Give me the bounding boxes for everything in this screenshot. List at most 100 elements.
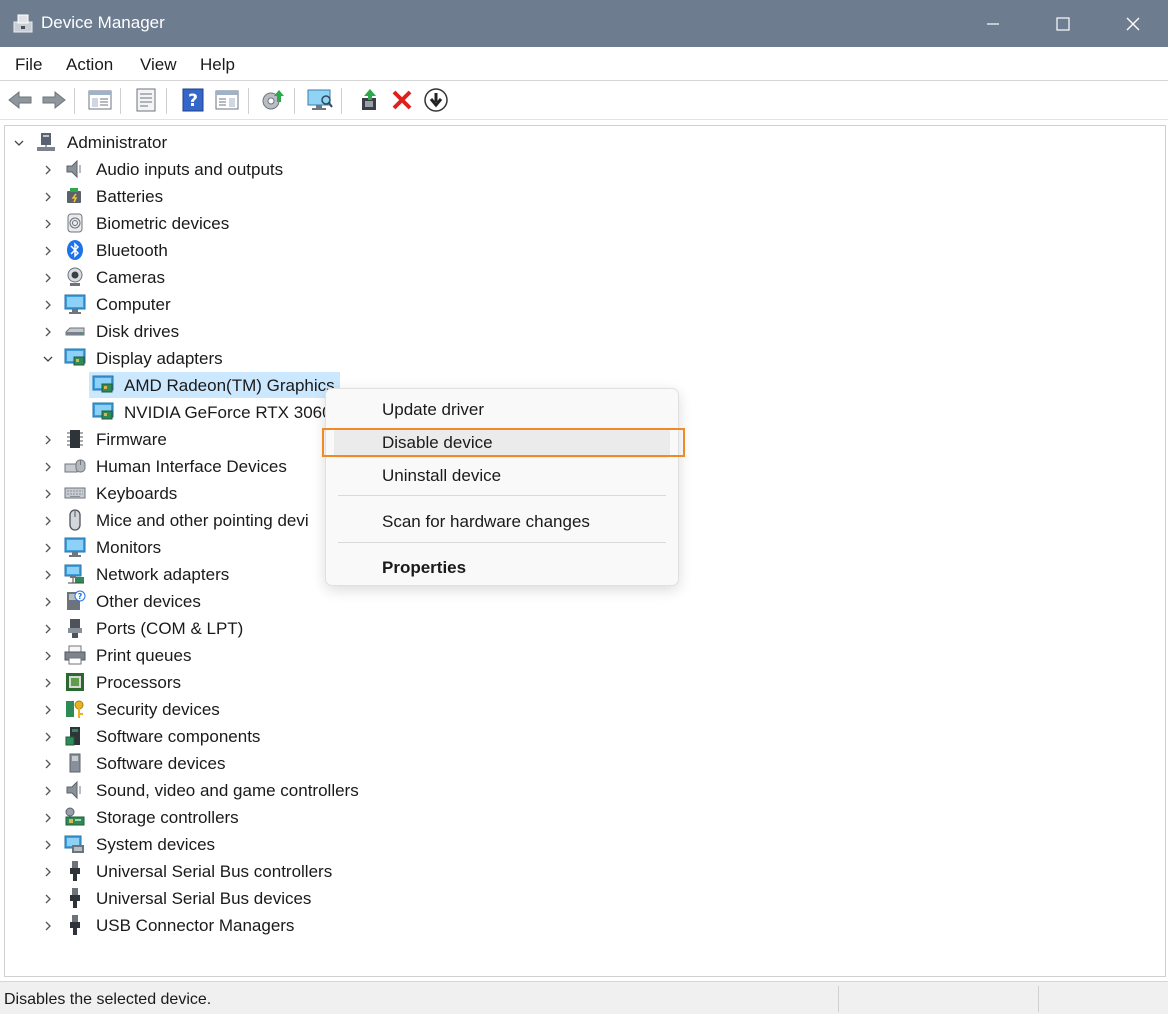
tree-category-label: Disk drives xyxy=(96,322,180,341)
uninstall-device-button[interactable] xyxy=(388,86,416,114)
tree-category-audio-inputs-and-outputs[interactable]: Audio inputs and outputs xyxy=(0,156,400,183)
chevron-right-icon[interactable] xyxy=(42,218,54,230)
tree-category-storage-controllers[interactable]: Storage controllers xyxy=(0,804,400,831)
chevron-right-icon[interactable] xyxy=(42,515,54,527)
tree-category-ports-com-lpt[interactable]: Ports (COM & LPT) xyxy=(0,615,400,642)
chevron-right-icon[interactable] xyxy=(42,245,54,257)
chevron-right-icon[interactable] xyxy=(42,542,54,554)
tree-category-display-adapters[interactable]: Display adapters xyxy=(0,345,400,372)
maximize-button[interactable] xyxy=(1028,0,1098,47)
tree-category-software-components[interactable]: Software components xyxy=(0,723,400,750)
usb-icon xyxy=(64,887,86,909)
context-item-properties[interactable]: Properties xyxy=(334,553,670,583)
tree-category-biometric-devices[interactable]: Biometric devices xyxy=(0,210,400,237)
scan-hardware-button[interactable] xyxy=(306,86,334,114)
disable-device-icon xyxy=(424,88,448,112)
chevron-right-icon[interactable] xyxy=(42,272,54,284)
tree-category-label: Mice and other pointing devi xyxy=(96,511,309,530)
tree-category-label: Network adapters xyxy=(96,565,230,584)
menu-action[interactable]: Action xyxy=(66,55,113,75)
chevron-right-icon[interactable] xyxy=(42,164,54,176)
chevron-right-icon[interactable] xyxy=(42,191,54,203)
battery-icon xyxy=(64,185,86,207)
tree-category-software-devices[interactable]: Software devices xyxy=(0,750,400,777)
security-key-icon xyxy=(64,698,86,720)
chevron-right-icon[interactable] xyxy=(42,866,54,878)
tree-category-label: Human Interface Devices xyxy=(96,457,287,476)
tree-category-sound-video-and-game-controllers[interactable]: Sound, video and game controllers xyxy=(0,777,400,804)
tree-root-administrator[interactable]: Administrator xyxy=(0,129,400,156)
fingerprint-icon xyxy=(64,212,86,234)
camera-icon xyxy=(64,266,86,288)
chevron-right-icon[interactable] xyxy=(42,326,54,338)
back-button[interactable] xyxy=(6,86,34,114)
printer-icon xyxy=(64,644,86,666)
chevron-right-icon[interactable] xyxy=(42,569,54,581)
tree-category-disk-drives[interactable]: Disk drives xyxy=(0,318,400,345)
minimize-button[interactable] xyxy=(958,0,1028,47)
chevron-right-icon[interactable] xyxy=(42,677,54,689)
chevron-right-icon[interactable] xyxy=(42,812,54,824)
tree-category-usb-connector-managers[interactable]: USB Connector Managers xyxy=(0,912,400,939)
disable-device-button[interactable] xyxy=(422,86,450,114)
tree-category-label: Universal Serial Bus devices xyxy=(96,889,312,908)
tree-category-security-devices[interactable]: Security devices xyxy=(0,696,400,723)
chevron-right-icon[interactable] xyxy=(42,623,54,635)
uninstall-device-icon xyxy=(392,90,412,110)
scan-hardware-icon xyxy=(307,89,333,110)
tree-category-bluetooth[interactable]: Bluetooth xyxy=(0,237,400,264)
tree-category-label: Software components xyxy=(96,727,261,746)
tree-category-label: Biometric devices xyxy=(96,214,230,233)
action-pane-icon xyxy=(215,90,239,110)
tree-category-batteries[interactable]: Batteries xyxy=(0,183,400,210)
chevron-right-icon[interactable] xyxy=(42,893,54,905)
chevron-down-icon[interactable] xyxy=(13,137,25,149)
chevron-right-icon[interactable] xyxy=(42,704,54,716)
chevron-right-icon[interactable] xyxy=(42,461,54,473)
chevron-right-icon[interactable] xyxy=(42,488,54,500)
update-driver-button[interactable] xyxy=(259,86,287,114)
tree-category-system-devices[interactable]: System devices xyxy=(0,831,400,858)
chevron-right-icon[interactable] xyxy=(42,758,54,770)
tree-category-label: Print queues xyxy=(96,646,192,665)
chevron-right-icon[interactable] xyxy=(42,650,54,662)
show-hide-console-tree-button[interactable] xyxy=(86,86,114,114)
svg-text:?: ? xyxy=(78,592,83,601)
chevron-right-icon[interactable] xyxy=(42,839,54,851)
tree-category-label: Audio inputs and outputs xyxy=(96,160,284,179)
tree-category-universal-serial-bus-devices[interactable]: Universal Serial Bus devices xyxy=(0,885,400,912)
chevron-down-icon[interactable] xyxy=(42,353,54,365)
context-separator xyxy=(338,542,666,543)
chevron-right-icon[interactable] xyxy=(42,434,54,446)
tree-category-universal-serial-bus-controllers[interactable]: Universal Serial Bus controllers xyxy=(0,858,400,885)
tree-category-label: Display adapters xyxy=(96,349,223,368)
close-button[interactable] xyxy=(1098,0,1168,47)
enable-device-button[interactable] xyxy=(356,86,384,114)
menu-help[interactable]: Help xyxy=(200,55,235,75)
chevron-right-icon[interactable] xyxy=(42,785,54,797)
properties-icon xyxy=(136,88,156,112)
software-component-icon xyxy=(64,725,86,747)
tree-category-label: Firmware xyxy=(96,430,167,449)
tree-category-label: Security devices xyxy=(96,700,220,719)
tree-category-computer[interactable]: Computer xyxy=(0,291,400,318)
context-item-uninstall-device[interactable]: Uninstall device xyxy=(334,461,670,491)
chevron-right-icon[interactable] xyxy=(42,920,54,932)
context-item-scan-hardware[interactable]: Scan for hardware changes xyxy=(334,507,670,537)
help-button[interactable]: ? xyxy=(179,86,207,114)
network-adapter-icon xyxy=(64,563,86,585)
tree-category-processors[interactable]: Processors xyxy=(0,669,400,696)
action-pane-button[interactable] xyxy=(213,86,241,114)
tree-category-other-devices[interactable]: ? Other devices xyxy=(0,588,400,615)
chevron-right-icon[interactable] xyxy=(42,299,54,311)
chevron-right-icon[interactable] xyxy=(42,596,54,608)
tree-category-cameras[interactable]: Cameras xyxy=(0,264,400,291)
properties-button[interactable] xyxy=(132,86,160,114)
tree-category-print-queues[interactable]: Print queues xyxy=(0,642,400,669)
chevron-right-icon[interactable] xyxy=(42,731,54,743)
context-item-update-driver[interactable]: Update driver xyxy=(334,395,670,425)
forward-button[interactable] xyxy=(40,86,68,114)
menu-file[interactable]: File xyxy=(15,55,42,75)
tree-category-label: Other devices xyxy=(96,592,201,611)
menu-view[interactable]: View xyxy=(140,55,177,75)
